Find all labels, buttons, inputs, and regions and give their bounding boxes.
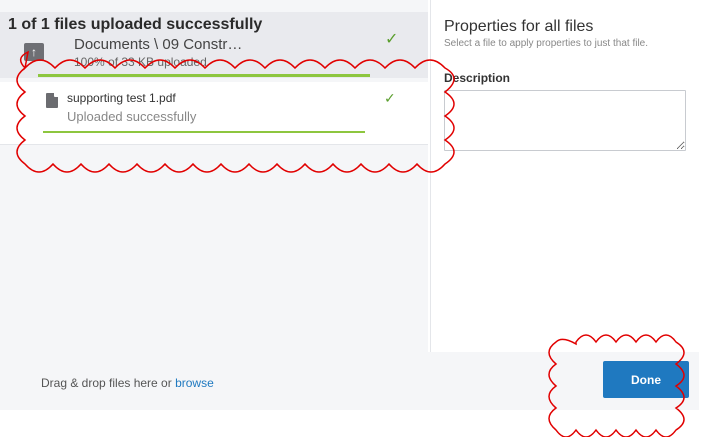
browse-link[interactable]: browse [175,376,214,390]
drop-zone-text[interactable]: Drag & drop files here or browse [41,376,214,390]
upload-folder-icon: ↑ [24,43,44,61]
description-label: Description [444,71,511,85]
properties-title: Properties for all files [444,18,594,35]
upload-progress-text: 100% of 33 KB uploaded [74,55,207,69]
properties-panel [430,0,700,352]
file-row[interactable]: supporting test 1.pdf Uploaded successfu… [0,82,428,145]
upload-progress-bar [38,74,370,77]
drop-zone-label: Drag & drop files here or [41,376,176,390]
file-icon [46,93,58,108]
upload-title: 1 of 1 files uploaded successfully [8,16,263,33]
file-status: Uploaded successfully [67,109,197,124]
description-field[interactable] [444,90,686,151]
done-button[interactable]: Done [603,361,689,398]
properties-subtitle: Select a file to apply properties to jus… [444,38,648,49]
check-icon: ✓ [385,31,399,48]
folder-path: Documents \ 09 Constr… [74,36,243,53]
check-icon: ✓ [384,90,396,106]
file-progress-bar [43,131,365,133]
file-name: supporting test 1.pdf [67,91,176,105]
